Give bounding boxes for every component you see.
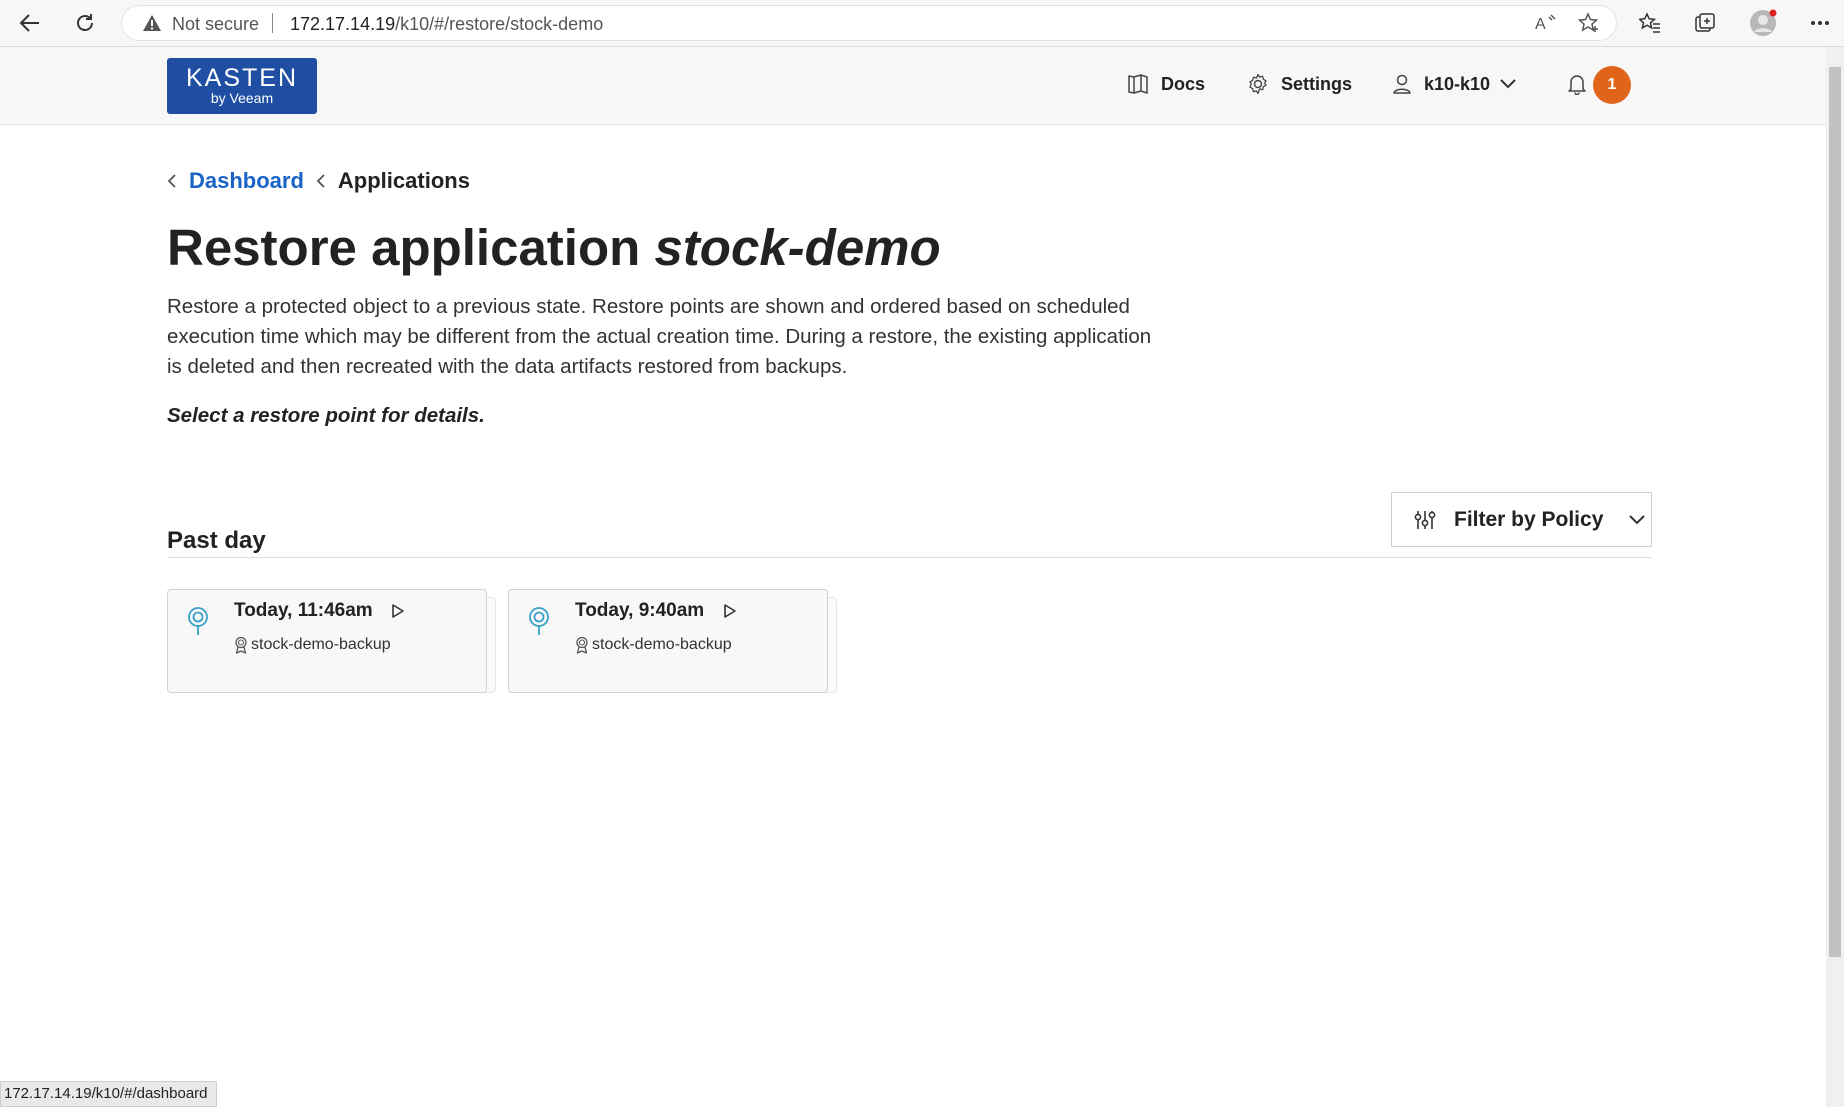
more-menu-icon[interactable] — [1805, 8, 1835, 38]
restore-point-policy: stock-demo-backup — [575, 636, 732, 654]
breadcrumb-dashboard[interactable]: Dashboard — [189, 168, 304, 194]
add-favorite-icon[interactable] — [1577, 11, 1601, 35]
breadcrumb: Dashboard Applications — [167, 168, 470, 194]
docs-label: Docs — [1161, 73, 1206, 94]
url-text[interactable]: 172.17.14.19/k10/#/restore/stock-demo — [290, 14, 603, 35]
restore-point-time: Today, 11:46am — [234, 600, 373, 621]
gear-icon — [1249, 73, 1267, 95]
user-icon — [1393, 74, 1411, 94]
restore-point-policy: stock-demo-backup — [234, 636, 391, 654]
restore-point-time: Today, 9:40am — [575, 600, 705, 621]
browser-toolbar: Not secure 172.17.14.19/k10/#/restore/st… — [0, 0, 1844, 47]
map-pin-icon — [188, 607, 208, 635]
back-icon[interactable] — [15, 8, 45, 38]
page-title: Restore application stock-demo — [167, 218, 941, 277]
svg-text:A: A — [1535, 16, 1546, 33]
refresh-icon[interactable] — [70, 8, 100, 38]
read-aloud-icon[interactable]: A — [1534, 11, 1558, 35]
map-pin-icon — [529, 607, 549, 635]
chevron-down-icon — [1500, 79, 1516, 89]
settings-label: Settings — [1281, 73, 1353, 94]
restore-point-card[interactable]: Today, 9:40am stock-demo-backup — [508, 589, 837, 695]
badge-icon — [235, 636, 247, 654]
restore-point-card[interactable]: Today, 11:46am stock-demo-backup — [167, 589, 496, 695]
page-title-app: stock-demo — [654, 219, 941, 276]
scrollbar-thumb[interactable] — [1829, 67, 1841, 957]
logo-subtitle: by Veeam — [210, 90, 274, 106]
restore-point-card-body[interactable]: Today, 11:46am stock-demo-backup — [167, 589, 487, 693]
address-bar[interactable]: Not secure 172.17.14.19/k10/#/restore/st… — [122, 6, 1616, 40]
user-menu[interactable]: k10-k10 — [1392, 73, 1516, 95]
badge-icon — [576, 636, 588, 654]
restore-point-card-body[interactable]: Today, 9:40am stock-demo-backup — [508, 589, 828, 693]
user-label: k10-k10 — [1424, 73, 1491, 94]
chevron-down-icon — [1629, 514, 1646, 524]
play-icon[interactable] — [723, 603, 737, 619]
sliders-icon — [1414, 510, 1436, 529]
security-label[interactable]: Not secure — [172, 14, 259, 35]
profile-avatar[interactable] — [1748, 8, 1778, 38]
favorites-icon[interactable] — [1635, 8, 1665, 38]
restore-point-policy-label: stock-demo-backup — [592, 636, 732, 653]
url-path: /k10/#/restore/stock-demo — [395, 14, 604, 34]
warning-icon — [142, 14, 162, 37]
restore-point-policy-label: stock-demo-backup — [251, 636, 391, 653]
link-status-bar: 172.17.14.19/k10/#/dashboard — [0, 1081, 217, 1107]
page-title-prefix: Restore application — [167, 219, 655, 276]
page-description: Restore a protected object to a previous… — [167, 295, 1152, 378]
omnibox-divider — [272, 13, 273, 33]
chevron-left-icon — [167, 174, 176, 188]
docs-link[interactable]: Docs — [1127, 73, 1205, 95]
select-hint: Select a restore point for details. — [167, 404, 485, 427]
bell-icon — [1568, 75, 1586, 95]
kasten-logo[interactable]: KASTEN by Veeam — [167, 58, 317, 114]
book-icon — [1128, 74, 1148, 94]
notification-badge[interactable]: 1 — [1593, 66, 1631, 104]
url-host: 172.17.14.19 — [290, 14, 396, 34]
section-title: Past day — [167, 527, 266, 554]
breadcrumb-applications[interactable]: Applications — [338, 168, 470, 194]
filter-label: Filter by Policy — [1454, 507, 1604, 531]
settings-link[interactable]: Settings — [1247, 73, 1352, 95]
logo-title: KASTEN — [185, 64, 299, 92]
app-header: KASTEN by Veeam Docs Settings k10-k10 1 — [0, 47, 1826, 125]
section-divider — [167, 557, 1652, 558]
filter-by-policy-dropdown[interactable]: Filter by Policy — [1391, 492, 1652, 547]
chevron-left-icon — [316, 174, 325, 188]
page-scrollbar[interactable] — [1826, 47, 1844, 1107]
play-icon[interactable] — [391, 603, 405, 619]
collections-icon[interactable] — [1690, 8, 1720, 38]
